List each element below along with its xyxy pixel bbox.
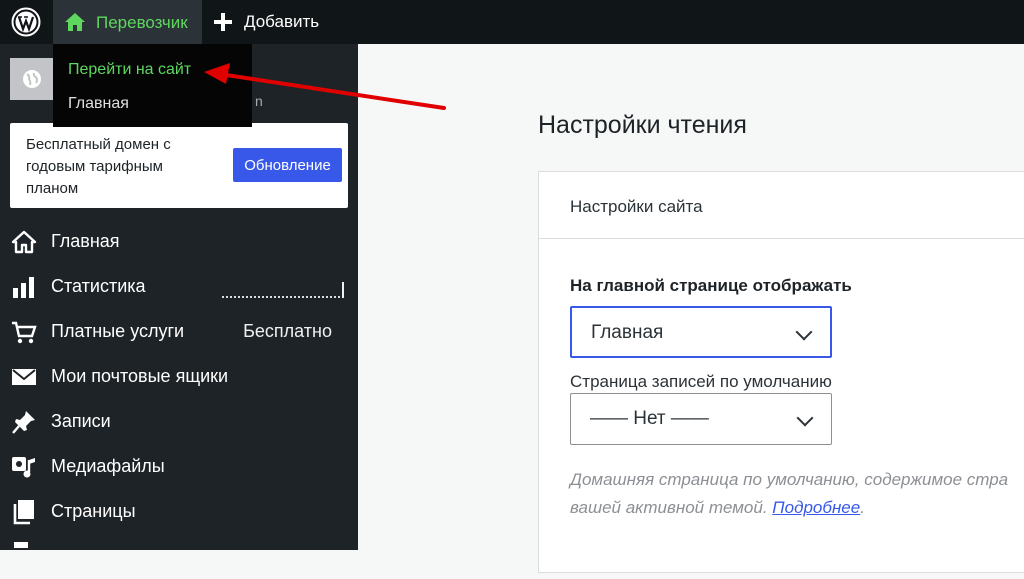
page-title: Настройки чтения: [538, 111, 747, 139]
site-icon: [10, 58, 54, 100]
panel-header-title: Настройки сайта: [570, 197, 703, 216]
sidebar-item-label: Медиафайлы: [51, 456, 165, 476]
chevron-down-icon: [796, 409, 814, 427]
help-text: Домашняя страница по умолчанию, содержим…: [570, 466, 1024, 522]
sidebar-item-posts[interactable]: Записи: [0, 399, 358, 444]
plus-icon: [214, 13, 232, 31]
globe-icon: [23, 70, 41, 88]
add-new-label: Добавить: [244, 12, 320, 31]
sidebar-item-label: Главная: [51, 231, 120, 251]
sidebar-item-label: Статистика: [51, 276, 146, 296]
site-dropdown-menu: Перейти на сайт Главная: [53, 44, 252, 127]
chevron-down-icon: [795, 323, 813, 341]
pages-icon: [13, 500, 34, 525]
site-name: Перевозчик: [96, 13, 188, 32]
wordpress-logo-icon[interactable]: [11, 7, 41, 37]
main-content: Настройки чтения Настройки сайта На глав…: [358, 44, 1024, 573]
help-text-line2: вашей активной темой. Подробнее.: [570, 494, 1024, 522]
posts-page-select-value: —— Нет ——: [590, 408, 709, 429]
sidebar-item-upgrades[interactable]: Платные услуги Бесплатно: [0, 309, 358, 354]
sidebar-item-home[interactable]: Главная: [0, 219, 358, 264]
site-menu[interactable]: Перевозчик: [53, 0, 202, 44]
sidebar-item-label: Платные услуги: [51, 321, 185, 341]
plan-badge: Бесплатно: [243, 321, 332, 341]
upsell-text: Бесплатный домен с годовым тарифным план…: [26, 136, 171, 197]
visit-site-link[interactable]: Перейти на сайт: [68, 61, 191, 79]
homepage-select-value: Главная: [591, 322, 664, 343]
home-icon: [65, 13, 85, 31]
help-text-line1: Домашняя страница по умолчанию, содержим…: [570, 470, 1009, 489]
upgrade-button[interactable]: Обновление: [233, 148, 342, 182]
learn-more-link[interactable]: Подробнее: [772, 498, 860, 517]
sidebar-item-label: Страницы: [51, 501, 136, 521]
upsell-banner: Бесплатный домен с годовым тарифным план…: [10, 123, 348, 208]
sidebar-item-next[interactable]: [0, 534, 358, 579]
sidebar-item-label: Записи: [51, 411, 111, 431]
sidebar-item-stats[interactable]: Статистика: [0, 264, 358, 309]
media-icon: [12, 457, 35, 478]
help-text-prefix: вашей активной темой.: [570, 498, 773, 517]
stats-icon: [13, 277, 34, 298]
cart-icon: [12, 321, 37, 344]
homepage-select[interactable]: Главная: [570, 306, 832, 358]
sidebar-item-label: Мои почтовые ящики: [51, 366, 229, 386]
add-new-button[interactable]: Добавить: [214, 0, 319, 44]
homepage-display-label: На главной странице отображать: [570, 276, 852, 295]
posts-page-select[interactable]: —— Нет ——: [570, 393, 832, 445]
site-settings-panel: Настройки сайта На главной странице отоб…: [538, 171, 1024, 573]
mail-icon: [12, 369, 36, 385]
home-icon: [11, 230, 37, 254]
pin-icon: [12, 411, 35, 434]
panel-header: Настройки сайта: [539, 172, 1024, 239]
dropdown-home-link[interactable]: Главная: [68, 95, 129, 113]
site-url: n: [255, 93, 263, 109]
partial-icon: [14, 542, 28, 548]
posts-page-label: Страница записей по умолчанию: [570, 372, 832, 391]
sidebar-menu: Главная Статистика Платные услуги Беспла…: [0, 219, 358, 579]
help-text-suffix: .: [860, 498, 865, 517]
stats-sparkline: [222, 282, 344, 298]
sidebar-item-mailboxes[interactable]: Мои почтовые ящики: [0, 354, 358, 399]
admin-bar: Перевозчик Добавить: [0, 0, 1024, 44]
sidebar-item-media[interactable]: Медиафайлы: [0, 444, 358, 489]
sidebar-item-pages[interactable]: Страницы: [0, 489, 358, 534]
